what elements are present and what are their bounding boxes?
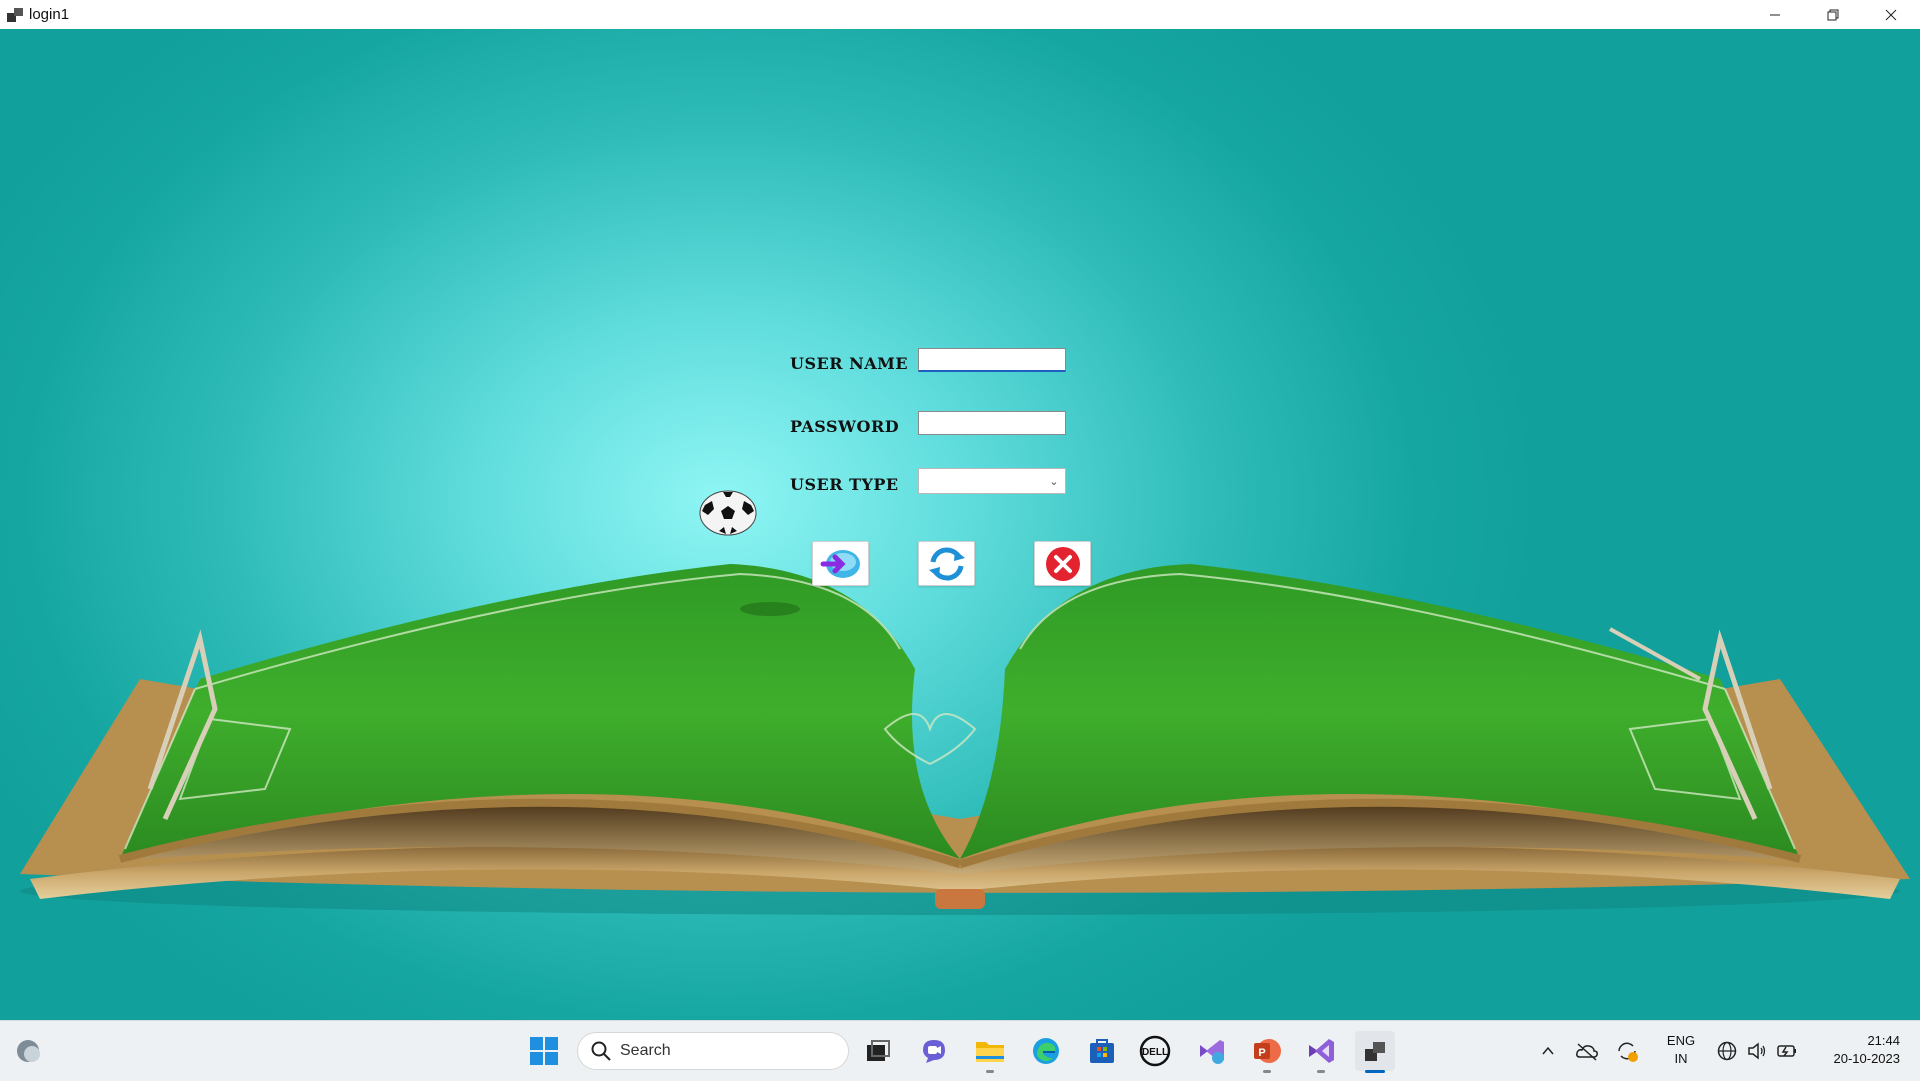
globe-icon: [1717, 1041, 1737, 1061]
soccer-ball-icon: [699, 490, 757, 536]
file-explorer-button[interactable]: [970, 1031, 1010, 1073]
restore-button[interactable]: [1804, 0, 1862, 29]
windows-start-icon: [530, 1037, 558, 1065]
dell-icon: DELL: [1139, 1035, 1171, 1067]
close-window-button[interactable]: [1862, 0, 1920, 29]
language-code: ENG: [1666, 1033, 1696, 1048]
task-view-button[interactable]: [858, 1031, 898, 1071]
football-book-background: [20, 564, 1910, 915]
login1-taskbar-button[interactable]: [1355, 1031, 1395, 1073]
search-icon: [591, 1041, 611, 1061]
onedrive-offline-icon: [1576, 1043, 1598, 1061]
usertype-dropdown[interactable]: ⌄: [918, 468, 1066, 494]
file-explorer-icon: [976, 1042, 1004, 1062]
weather-icon: [17, 1040, 40, 1062]
username-label: USER NAME: [790, 354, 909, 373]
title-bar: login1: [0, 0, 1920, 29]
language-indicator[interactable]: ENG IN: [1656, 1032, 1706, 1068]
refresh-button[interactable]: [918, 541, 975, 586]
show-hidden-icons-button[interactable]: [1534, 1031, 1562, 1071]
password-input[interactable]: [918, 411, 1066, 435]
powerpoint-button[interactable]: P: [1247, 1031, 1287, 1073]
task-view-icon: [867, 1040, 890, 1061]
login-button[interactable]: [812, 541, 869, 586]
login-arrow-icon: [820, 549, 860, 578]
exit-button[interactable]: [1034, 541, 1091, 586]
chevron-down-icon: ⌄: [1049, 475, 1059, 488]
chat-icon: [923, 1040, 945, 1063]
start-button[interactable]: [524, 1031, 564, 1071]
window-title: login1: [29, 6, 70, 23]
login-form-area: USER NAME PASSWORD USER TYPE ⌄: [0, 29, 1920, 1020]
clock[interactable]: 21:44 20-10-2023: [1812, 1032, 1912, 1068]
close-icon: [1885, 9, 1897, 20]
battery-charging-icon: [1777, 1045, 1796, 1057]
usertype-label: USER TYPE: [790, 475, 899, 494]
visual-studio-installer-button[interactable]: [1191, 1031, 1231, 1071]
powerpoint-icon: P: [1254, 1039, 1281, 1063]
clock-date: 20-10-2023: [1833, 1051, 1901, 1066]
taskbar: Search DELL P ENG IN 21:44 20-10-2023: [0, 1020, 1920, 1081]
edge-button[interactable]: [1026, 1031, 1066, 1071]
language-region: IN: [1674, 1051, 1688, 1066]
visual-studio-installer-icon: [1200, 1040, 1224, 1064]
clock-time: 21:44: [1867, 1033, 1900, 1048]
visual-studio-button[interactable]: [1301, 1031, 1341, 1073]
edge-icon: [1033, 1038, 1059, 1064]
store-icon: [1090, 1039, 1114, 1063]
weather-widget[interactable]: [8, 1031, 48, 1071]
svg-text:DELL: DELL: [1142, 1047, 1168, 1058]
login1-app-icon: [1365, 1042, 1385, 1061]
minimize-button[interactable]: [1746, 0, 1804, 29]
sync-warning-icon: [1618, 1042, 1638, 1062]
password-label: PASSWORD: [790, 417, 900, 436]
restore-icon: [1827, 9, 1839, 20]
svg-text:P: P: [1258, 1047, 1265, 1059]
username-input[interactable]: [918, 348, 1066, 372]
volume-tray[interactable]: [1742, 1031, 1772, 1071]
taskbar-search[interactable]: Search: [577, 1032, 849, 1070]
search-placeholder: Search: [620, 1042, 671, 1059]
chevron-up-icon: [1542, 1046, 1554, 1055]
close-circle-icon: [1045, 546, 1080, 581]
minimize-icon: [1770, 14, 1780, 15]
network-tray[interactable]: [1712, 1031, 1742, 1071]
sync-tray[interactable]: [1612, 1031, 1642, 1071]
speaker-icon: [1748, 1042, 1766, 1060]
onedrive-tray[interactable]: [1572, 1031, 1602, 1071]
refresh-icon: [928, 546, 965, 581]
app-window-icon: [5, 5, 25, 25]
dell-button[interactable]: DELL: [1135, 1031, 1175, 1071]
visual-studio-icon: [1309, 1039, 1334, 1063]
battery-tray[interactable]: [1772, 1031, 1802, 1071]
store-button[interactable]: [1082, 1031, 1122, 1071]
chat-button[interactable]: [914, 1031, 954, 1071]
